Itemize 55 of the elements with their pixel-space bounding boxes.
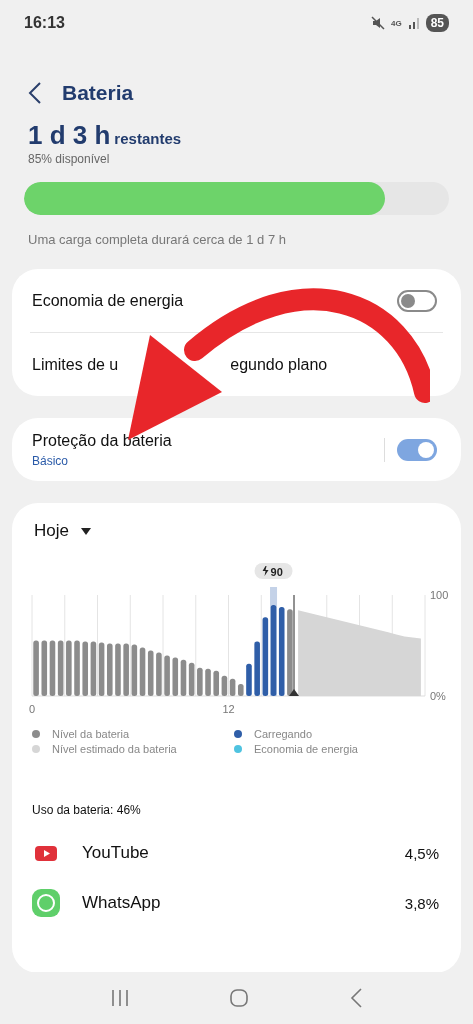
toggle-switch[interactable] <box>397 438 437 461</box>
battery-badge: 85 <box>425 14 449 32</box>
back-button[interactable] <box>28 82 42 104</box>
legend-label: Nível estimado da bateria <box>52 743 177 755</box>
y-axis-label: 100 <box>430 589 449 601</box>
y-axis-label: 0% <box>430 690 446 702</box>
period-dropdown[interactable]: Hoje <box>34 521 69 541</box>
toggle-switch[interactable] <box>397 289 437 312</box>
chart-bar <box>246 663 252 696</box>
setting-label[interactable]: Economia de energia <box>32 291 397 310</box>
full-charge-note: Uma carga completa durará cerca de 1 d 7 h <box>28 232 287 247</box>
app-usage: 4,5% <box>404 844 439 862</box>
chart-bar <box>123 643 129 696</box>
chart-bar <box>238 683 244 696</box>
chart-bar <box>107 643 113 696</box>
x-axis-label: 12 <box>222 703 235 715</box>
chat-icon <box>32 889 60 917</box>
usage-total: Uso da bateria: 46% <box>31 802 142 817</box>
chart-bar <box>205 668 211 696</box>
back-icon[interactable] <box>349 988 364 1008</box>
signal-icon <box>407 17 420 29</box>
page-title: Bateria <box>62 81 134 105</box>
chart-bar <box>254 641 260 696</box>
legend-label: Nível da bateria <box>52 728 130 740</box>
setting-value: Básico <box>32 453 70 468</box>
recent-apps-icon[interactable] <box>109 989 130 1007</box>
legend-label: Carregando <box>254 728 313 740</box>
chart-bar <box>156 652 162 696</box>
mute-icon <box>370 16 385 30</box>
setting-label[interactable]: Limites de u <box>32 355 119 374</box>
chart-bar <box>197 667 203 696</box>
chart-bar <box>213 670 219 696</box>
available-text: 85% disponível <box>28 152 111 166</box>
tooltip-value: 90 <box>270 565 283 578</box>
chart-bar <box>33 640 39 696</box>
legend-label: Economia de energia <box>254 743 358 755</box>
home-icon[interactable] <box>229 988 250 1008</box>
chart-bar <box>82 641 88 696</box>
x-axis-label: 0 <box>28 703 36 715</box>
remaining-time: 1 d 3 h <box>28 122 111 148</box>
tooltip-bubble <box>254 563 293 579</box>
status-time: 16:13 <box>24 14 65 32</box>
setting-label[interactable]: egundo plano <box>230 355 328 374</box>
bolt-icon <box>262 566 269 576</box>
app-name[interactable]: WhatsApp <box>82 893 405 913</box>
remaining-unit: restantes <box>114 130 182 147</box>
app-usage: 3,8% <box>404 894 439 912</box>
chart-bar <box>74 640 80 696</box>
setting-label[interactable]: Proteção da bateria <box>32 431 384 450</box>
chart-bar <box>115 643 121 696</box>
network-type: 4G <box>390 18 402 28</box>
dropdown-caret-icon[interactable] <box>80 527 91 535</box>
app-name[interactable]: YouTube <box>82 843 405 863</box>
chart-bar <box>164 655 170 696</box>
chart-bar <box>66 640 72 696</box>
